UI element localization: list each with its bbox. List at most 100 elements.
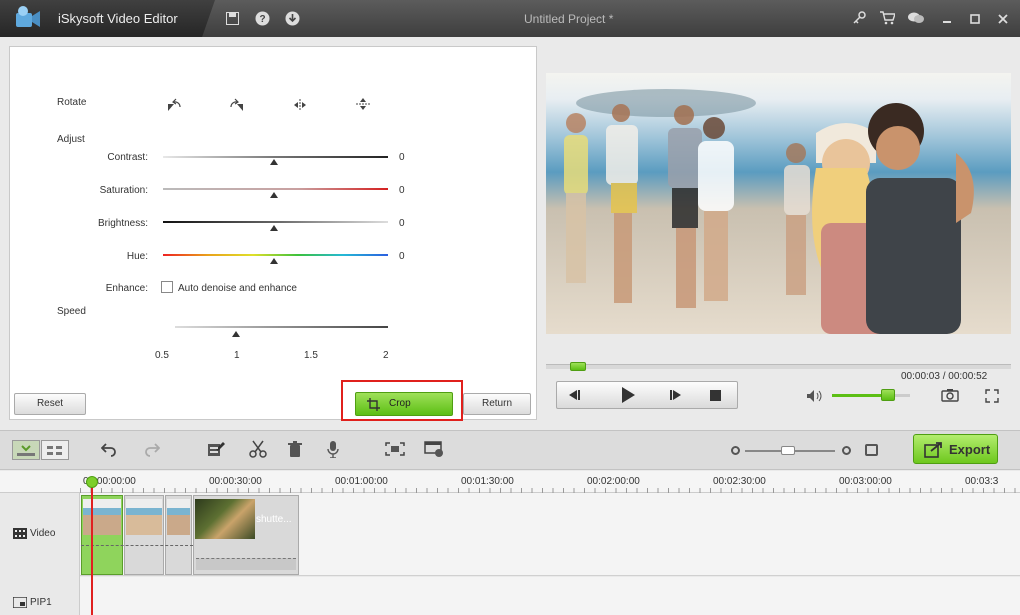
ruler-label: 00:03:00:00: [839, 476, 892, 487]
crop-button[interactable]: Crop: [355, 392, 453, 416]
speed-tick: 2: [383, 350, 389, 361]
speed-tick: 1: [234, 350, 240, 361]
rotate-left-icon[interactable]: [165, 98, 183, 115]
undo-icon[interactable]: [100, 441, 117, 460]
crop-label: Crop: [389, 398, 411, 409]
export-button[interactable]: Export: [913, 434, 998, 464]
download-icon[interactable]: [281, 0, 303, 40]
ruler-label: 00:02:00:00: [587, 476, 640, 487]
export-label: Export: [949, 442, 991, 457]
help-icon[interactable]: ?: [251, 0, 273, 40]
film-icon: [13, 528, 27, 542]
speed-tick: 1.5: [304, 350, 318, 361]
player-time: 00:00:03 / 00:00:52: [901, 371, 988, 382]
zoom-in-icon[interactable]: [842, 446, 851, 455]
pip-icon: [12, 596, 28, 611]
rotate-label: Rotate: [57, 97, 87, 108]
contrast-slider-thumb[interactable]: [270, 159, 278, 165]
video-preview: [546, 73, 1011, 334]
storyboard-view-button[interactable]: [12, 440, 40, 460]
scissors-icon[interactable]: [249, 440, 267, 461]
clip-4[interactable]: shutte...: [193, 495, 299, 575]
clip-4-thumbnail: [195, 499, 255, 539]
brightness-slider[interactable]: [163, 221, 388, 223]
contrast-value: 0: [399, 152, 405, 163]
rotate-right-icon[interactable]: [228, 98, 246, 115]
contrast-slider[interactable]: [163, 156, 388, 158]
edit-icon[interactable]: [207, 440, 225, 461]
clip-4-audio-bar: [196, 558, 296, 570]
previous-frame-button[interactable]: [566, 388, 584, 405]
hue-value: 0: [399, 251, 405, 262]
edit-panel: [9, 46, 537, 420]
ruler-label: 00:03:3: [965, 476, 999, 487]
playback-progress-track[interactable]: [546, 364, 1011, 369]
chat-icon[interactable]: [905, 0, 927, 39]
zoom-out-icon[interactable]: [731, 446, 740, 455]
saturation-slider-thumb[interactable]: [270, 192, 278, 198]
pip-track: [0, 577, 1020, 615]
clip-3[interactable]: [165, 495, 192, 575]
volume-icon[interactable]: [806, 389, 824, 406]
fit-timeline-icon[interactable]: [865, 444, 878, 456]
volume-slider-thumb[interactable]: [881, 389, 895, 401]
pip-track-label: PIP1: [30, 597, 52, 608]
hue-label: Hue:: [126, 251, 148, 262]
saturation-slider[interactable]: [163, 188, 388, 190]
flip-vertical-icon[interactable]: [356, 97, 370, 114]
close-icon[interactable]: [992, 0, 1014, 38]
brightness-slider-thumb[interactable]: [270, 225, 278, 231]
minimize-icon[interactable]: [936, 0, 958, 38]
fullscreen-button[interactable]: [985, 389, 999, 406]
app-logo-icon: [14, 5, 42, 31]
return-button[interactable]: Return: [463, 393, 531, 415]
brightness-label: Brightness:: [97, 218, 148, 229]
reset-button[interactable]: Reset: [14, 393, 86, 415]
brightness-value: 0: [399, 218, 405, 229]
speed-slider-thumb[interactable]: [232, 331, 240, 337]
svg-text:?: ?: [259, 14, 265, 25]
playhead-handle[interactable]: [86, 476, 98, 488]
crop-icon: [367, 398, 380, 420]
hue-slider-thumb[interactable]: [270, 258, 278, 264]
speed-label: Speed: [57, 306, 86, 317]
clip-2[interactable]: [124, 495, 164, 575]
maximize-icon[interactable]: [964, 0, 986, 38]
record-settings-icon[interactable]: [424, 441, 444, 460]
playback-progress-thumb[interactable]: [570, 362, 586, 371]
project-title: Untitled Project *: [524, 12, 614, 26]
adjust-label: Adjust: [57, 134, 85, 145]
saturation-value: 0: [399, 185, 405, 196]
timeline-view-button[interactable]: [41, 440, 69, 460]
app-title: iSkysoft Video Editor: [58, 11, 178, 26]
zoom-slider-thumb[interactable]: [781, 446, 795, 455]
clip-2-thumbnail: [126, 499, 162, 535]
cart-icon[interactable]: [876, 0, 898, 39]
redo-icon[interactable]: [144, 441, 161, 460]
speed-slider[interactable]: [175, 326, 388, 328]
clips-audio-line: [81, 545, 193, 546]
key-icon[interactable]: [848, 0, 870, 39]
clip-1-thumbnail: [83, 499, 121, 535]
stop-button[interactable]: [710, 390, 721, 401]
delete-icon[interactable]: [288, 441, 302, 460]
next-frame-button[interactable]: [666, 388, 684, 405]
flip-horizontal-icon[interactable]: [293, 99, 307, 114]
video-track-label: Video: [30, 528, 56, 539]
microphone-icon[interactable]: [327, 441, 339, 461]
enhance-option-label[interactable]: Auto denoise and enhance: [178, 283, 297, 294]
volume-slider[interactable]: [832, 394, 910, 397]
export-icon: [924, 441, 944, 461]
screen-capture-icon[interactable]: [385, 442, 405, 459]
clip-1[interactable]: [81, 495, 123, 575]
ruler-label: 00:00:30:00: [209, 476, 262, 487]
playhead-line[interactable]: [91, 478, 93, 615]
speed-tick: 0.5: [155, 350, 169, 361]
snapshot-button[interactable]: [941, 388, 959, 405]
hue-slider[interactable]: [163, 254, 388, 256]
play-button[interactable]: [618, 386, 638, 407]
contrast-label: Contrast:: [107, 152, 148, 163]
enhance-checkbox[interactable]: [161, 281, 173, 293]
save-icon[interactable]: [221, 0, 243, 39]
clip-3-thumbnail: [167, 499, 190, 535]
